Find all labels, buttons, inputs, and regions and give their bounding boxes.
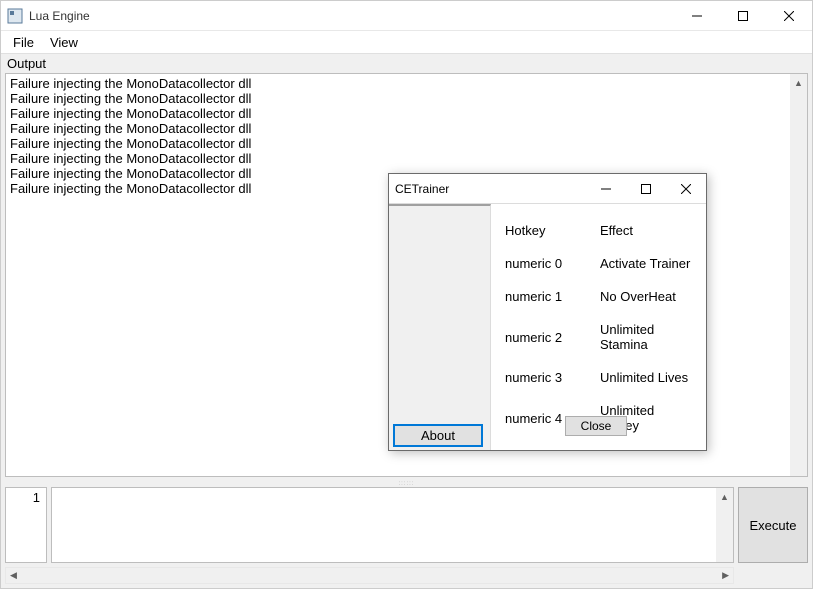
output-line: Failure injecting the MonoDatacollector … xyxy=(10,91,803,106)
output-line: Failure injecting the MonoDatacollector … xyxy=(10,136,803,151)
output-label: Output xyxy=(1,53,812,73)
window-title: Lua Engine xyxy=(29,9,674,23)
hotkey-cell: numeric 0 xyxy=(505,247,600,280)
output-line: Failure injecting the MonoDatacollector … xyxy=(10,76,803,91)
trainer-row[interactable]: numeric 1 No OverHeat xyxy=(505,280,696,313)
menubar: File View xyxy=(1,31,812,53)
trainer-table: Hotkey Effect numeric 0 Activate Trainer… xyxy=(505,214,696,442)
scroll-left-icon[interactable]: ◀ xyxy=(10,570,17,581)
trainer-titlebar: CETrainer xyxy=(389,174,706,204)
hscroll-row: ◀ ▶ xyxy=(5,567,808,584)
code-scrollbar-horizontal[interactable]: ◀ ▶ xyxy=(5,567,734,584)
trainer-minimize-button[interactable] xyxy=(586,174,626,203)
line-number-gutter: 1 xyxy=(5,487,47,563)
effect-cell: Unlimited Lives xyxy=(600,361,696,394)
trainer-body: Hotkey Effect numeric 0 Activate Trainer… xyxy=(389,204,706,450)
about-button[interactable]: About xyxy=(393,424,483,447)
trainer-row[interactable]: numeric 0 Activate Trainer xyxy=(505,247,696,280)
code-scrollbar-vertical[interactable]: ▲ xyxy=(716,488,733,562)
trainer-row[interactable]: numeric 2 Unlimited Stamina xyxy=(505,313,696,361)
trainer-footer: About Close xyxy=(389,420,706,450)
header-effect: Effect xyxy=(600,214,696,247)
execute-button[interactable]: Execute xyxy=(738,487,808,563)
trainer-main: Hotkey Effect numeric 0 Activate Trainer… xyxy=(389,204,706,450)
output-line: Failure injecting the MonoDatacollector … xyxy=(10,106,803,121)
bottom-row: 1 ▲ Execute xyxy=(1,487,812,567)
close-trainer-button[interactable]: Close xyxy=(565,416,627,436)
code-input[interactable] xyxy=(51,487,734,563)
scroll-right-icon[interactable]: ▶ xyxy=(722,570,729,581)
trainer-title: CETrainer xyxy=(395,182,586,196)
trainer-image-panel xyxy=(389,204,491,450)
trainer-list: Hotkey Effect numeric 0 Activate Trainer… xyxy=(491,204,706,450)
hotkey-cell: numeric 3 xyxy=(505,361,600,394)
output-scrollbar-vertical[interactable]: ▲ xyxy=(790,74,807,476)
titlebar: Lua Engine xyxy=(1,1,812,31)
scroll-up-icon[interactable]: ▲ xyxy=(790,74,807,91)
hotkey-cell: numeric 2 xyxy=(505,313,600,361)
trainer-window-controls xyxy=(586,174,706,203)
maximize-button[interactable] xyxy=(720,1,766,30)
effect-cell: Activate Trainer xyxy=(600,247,696,280)
code-input-wrap: ▲ xyxy=(51,487,734,563)
scroll-up-icon[interactable]: ▲ xyxy=(716,488,733,505)
window-controls xyxy=(674,1,812,30)
menu-file[interactable]: File xyxy=(5,33,42,52)
trainer-row[interactable]: numeric 3 Unlimited Lives xyxy=(505,361,696,394)
cetrainer-window: CETrainer Hotkey Effect numeric 0 Activa… xyxy=(388,173,707,451)
trainer-maximize-button[interactable] xyxy=(626,174,666,203)
output-line: Failure injecting the MonoDatacollector … xyxy=(10,151,803,166)
hotkey-cell: numeric 1 xyxy=(505,280,600,313)
output-line: Failure injecting the MonoDatacollector … xyxy=(10,121,803,136)
trainer-header-row: Hotkey Effect xyxy=(505,214,696,247)
menu-view[interactable]: View xyxy=(42,33,86,52)
effect-cell: No OverHeat xyxy=(600,280,696,313)
close-button[interactable] xyxy=(766,1,812,30)
minimize-button[interactable] xyxy=(674,1,720,30)
app-icon xyxy=(7,8,23,24)
effect-cell: Unlimited Stamina xyxy=(600,313,696,361)
header-hotkey: Hotkey xyxy=(505,214,600,247)
trainer-close-button[interactable] xyxy=(666,174,706,203)
